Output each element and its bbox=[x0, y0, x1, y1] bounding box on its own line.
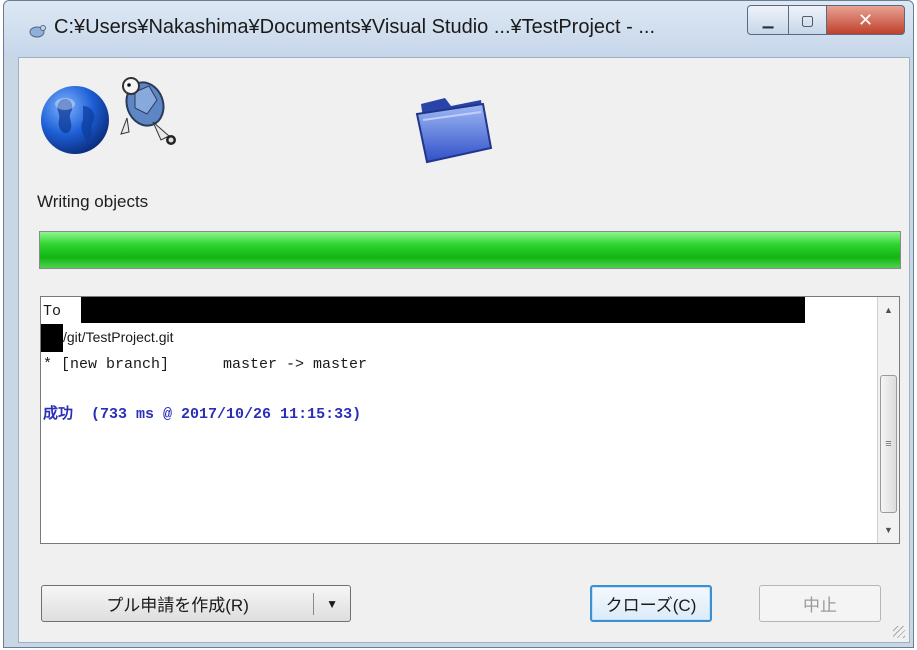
globe-icon bbox=[41, 86, 109, 154]
close-button[interactable]: クローズ(C) bbox=[590, 585, 712, 622]
minimize-icon: ▁ bbox=[762, 11, 774, 28]
chevron-up-icon: ▲ bbox=[884, 305, 893, 315]
close-window-button[interactable]: ✕ bbox=[827, 5, 905, 35]
maximize-button[interactable]: ▢ bbox=[789, 5, 827, 35]
minimize-button[interactable]: ▁ bbox=[747, 5, 789, 35]
tortoisegit-icon bbox=[29, 25, 46, 38]
window-controls: ▁ ▢ ✕ bbox=[747, 5, 905, 35]
dialog-body: Writing objects To /git/TestProject.git … bbox=[18, 57, 910, 643]
log-content: To /git/TestProject.git * [new branch] m… bbox=[41, 297, 877, 543]
log-line-url: /git/TestProject.git bbox=[63, 329, 174, 345]
scroll-down-button[interactable]: ▼ bbox=[878, 519, 899, 541]
pull-request-label: プル申請を作成(R) bbox=[106, 596, 249, 615]
folder-icon bbox=[415, 98, 493, 164]
log-result: 成功 (733 ms @ 2017/10/26 11:15:33) bbox=[43, 402, 361, 423]
success-label: 成功 bbox=[43, 406, 74, 423]
redacted-block bbox=[81, 297, 805, 323]
abort-button[interactable]: 中止 bbox=[759, 585, 881, 622]
status-label: Writing objects bbox=[37, 192, 149, 211]
grip-icon: ≡ bbox=[885, 438, 892, 450]
title-bar[interactable]: C:¥Users¥Nakashima¥Documents¥Visual Stud… bbox=[4, 1, 913, 57]
maximize-icon: ▢ bbox=[800, 11, 815, 28]
window-title: C:¥Users¥Nakashima¥Documents¥Visual Stud… bbox=[54, 16, 656, 38]
output-log[interactable]: To /git/TestProject.git * [new branch] m… bbox=[40, 296, 900, 544]
close-icon: ✕ bbox=[857, 9, 874, 30]
log-line-to: To bbox=[43, 303, 62, 320]
app-window: C:¥Users¥Nakashima¥Documents¥Visual Stud… bbox=[3, 0, 914, 648]
chevron-down-icon: ▼ bbox=[884, 525, 893, 535]
dropdown-arrow-icon[interactable]: ▼ bbox=[314, 597, 350, 611]
progress-fill bbox=[40, 232, 900, 268]
turtle-icon bbox=[120, 77, 176, 145]
vertical-scrollbar[interactable]: ▲ ≡ ▼ bbox=[877, 297, 899, 543]
success-detail: (733 ms @ 2017/10/26 11:15:33) bbox=[91, 406, 362, 423]
progress-bar bbox=[39, 231, 901, 269]
scroll-up-button[interactable]: ▲ bbox=[878, 299, 899, 321]
redacted-block bbox=[41, 324, 63, 352]
log-line-branch: * [new branch] master -> master bbox=[43, 356, 368, 373]
create-pull-request-button[interactable]: プル申請を作成(R) ▼ bbox=[41, 585, 351, 622]
scroll-thumb[interactable]: ≡ bbox=[880, 375, 897, 513]
resize-grip[interactable] bbox=[893, 626, 905, 638]
